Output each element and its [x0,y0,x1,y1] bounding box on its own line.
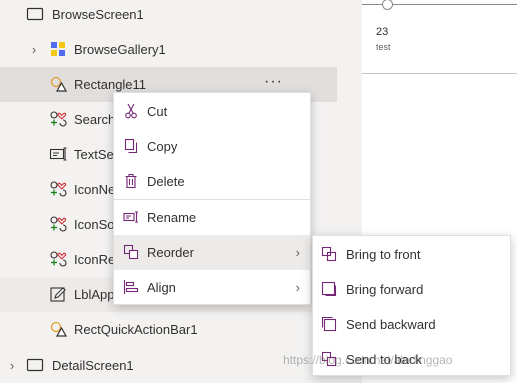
menu-item-align[interactable]: Align › [114,270,310,305]
menu-item-label: Align [147,280,176,295]
chevron-right-icon[interactable]: › [7,348,17,383]
tree-item-label: BrowseGallery1 [74,42,166,57]
icon-control-icon [49,250,67,268]
menu-item-label: Copy [147,139,178,154]
bring-to-front-icon [321,246,337,262]
icon-control-icon [49,110,67,128]
tree-item-browsegallery1[interactable]: › BrowseGallery1 [0,32,337,67]
menu-item-cut[interactable]: Cut [114,94,310,129]
gallery-divider [362,73,517,74]
send-backward-icon [321,316,337,332]
menu-item-label: Rename [147,210,197,225]
menu-item-label: Delete [147,174,185,189]
menu-item-rename[interactable]: Rename [114,200,310,235]
gallery-icon [49,40,67,58]
label-edit-icon [49,285,67,303]
shape-icon [49,320,68,338]
tree-item-label: RectQuickActionBar1 [74,322,198,337]
screen-icon [26,356,44,374]
chevron-right-icon: › [295,280,300,295]
menu-item-label: Send backward [346,317,436,332]
tree-item-label: LblApp [74,287,115,302]
menu-item-bring-to-front[interactable]: Bring to front [313,237,510,272]
watermark: https://blog.csdn.net/aladinggao [283,353,453,367]
gallery-item-title: 23 [376,26,389,38]
delete-icon [123,173,139,189]
tree-item-label: BrowseScreen1 [52,7,144,22]
tree-item-label: IconSo [74,217,115,232]
bring-forward-icon [321,281,337,297]
screen-icon [26,5,44,23]
menu-item-label: Bring to front [346,247,421,262]
resize-handle[interactable] [382,0,393,10]
menu-item-reorder[interactable]: Reorder › [114,235,310,270]
menu-item-label: Cut [147,104,168,119]
tree-item-label: IconRe [74,252,116,267]
copy-icon [123,138,139,154]
tree-item-browsescreen1[interactable]: BrowseScreen1 [0,0,337,32]
menu-item-send-backward[interactable]: Send backward [313,307,510,342]
shape-icon [49,75,68,93]
chevron-right-icon: › [295,245,300,260]
menu-item-copy[interactable]: Copy [114,129,310,164]
context-menu: Cut Copy Delete Rename Reorder › Align › [113,92,311,305]
align-icon [123,279,139,295]
gallery-item-subtitle: test [376,42,391,52]
reorder-icon [123,244,139,260]
rename-icon [123,209,139,225]
tree-item-label: Search [74,112,116,127]
icon-control-icon [49,215,67,233]
menu-item-delete[interactable]: Delete [114,164,310,199]
icon-control-icon [49,180,67,198]
menu-item-label: Reorder [147,245,194,260]
menu-item-label: Bring forward [346,282,424,297]
tree-item-label: DetailScreen1 [52,358,134,373]
tree-item-rectquickactionbar1[interactable]: RectQuickActionBar1 [0,312,337,347]
tree-item-label: IconNe [74,182,116,197]
chevron-right-icon[interactable]: › [29,32,39,67]
text-input-icon [49,145,67,163]
menu-item-bring-forward[interactable]: Bring forward [313,272,510,307]
cut-icon [123,103,139,119]
